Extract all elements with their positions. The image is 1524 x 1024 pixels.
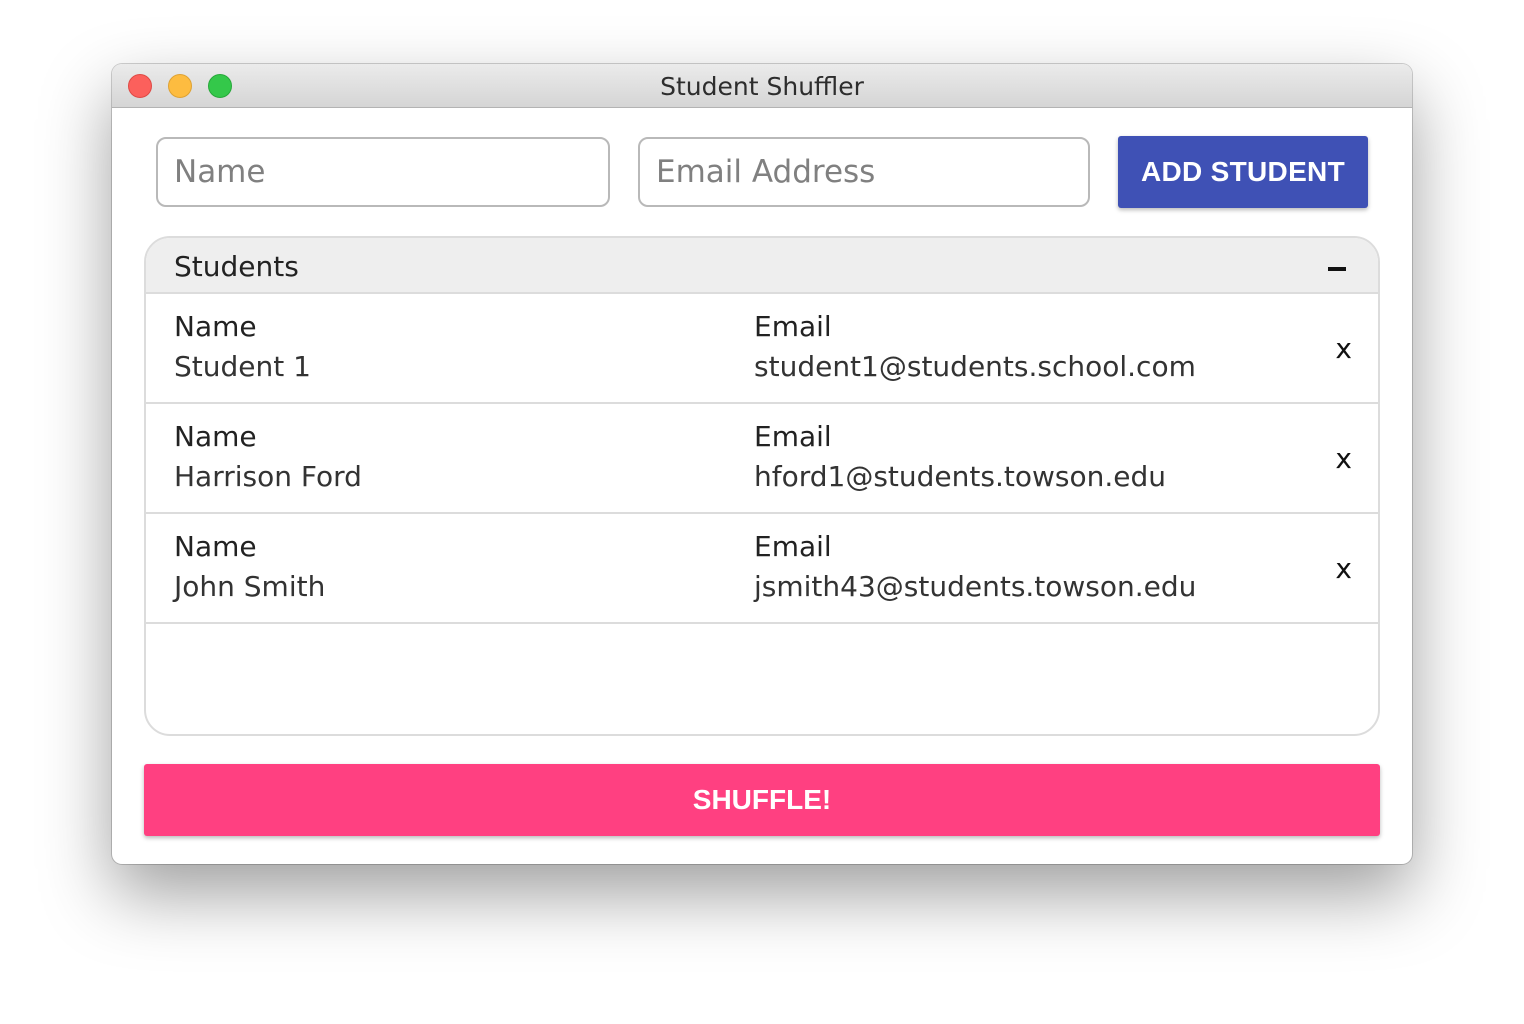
students-panel: Students Name Student 1 Email student1@s… [144, 236, 1380, 736]
window-title: Student Shuffler [660, 72, 864, 101]
email-column-label: Email [754, 310, 832, 343]
student-row: Name John Smith Email jsmith43@students.… [146, 514, 1378, 624]
student-name: Harrison Ford [174, 460, 362, 493]
student-name: John Smith [174, 570, 326, 603]
name-column-label: Name [174, 530, 257, 563]
students-panel-title: Students [174, 250, 299, 283]
student-row: Name Harrison Ford Email hford1@students… [146, 404, 1378, 514]
remove-student-button[interactable]: x [1335, 552, 1352, 586]
title-bar[interactable]: Student Shuffler [112, 64, 1412, 108]
email-column-label: Email [754, 530, 832, 563]
name-input[interactable] [156, 137, 610, 207]
student-list: Name Student 1 Email student1@students.s… [146, 294, 1378, 624]
minus-icon[interactable] [1324, 252, 1350, 280]
remove-student-button[interactable]: x [1335, 442, 1352, 476]
add-student-button[interactable]: ADD STUDENT [1118, 136, 1368, 208]
student-row: Name Student 1 Email student1@students.s… [146, 294, 1378, 404]
app-window: Student Shuffler ADD STUDENT Students Na… [112, 64, 1412, 864]
email-input[interactable] [638, 137, 1090, 207]
remove-student-button[interactable]: x [1335, 332, 1352, 366]
email-column-label: Email [754, 420, 832, 453]
student-email: student1@students.school.com [754, 350, 1196, 383]
student-email: hford1@students.towson.edu [754, 460, 1166, 493]
shuffle-button[interactable]: SHUFFLE! [144, 764, 1380, 836]
student-name: Student 1 [174, 350, 311, 383]
students-panel-header[interactable]: Students [146, 238, 1378, 294]
name-column-label: Name [174, 420, 257, 453]
name-column-label: Name [174, 310, 257, 343]
student-email: jsmith43@students.towson.edu [754, 570, 1197, 603]
